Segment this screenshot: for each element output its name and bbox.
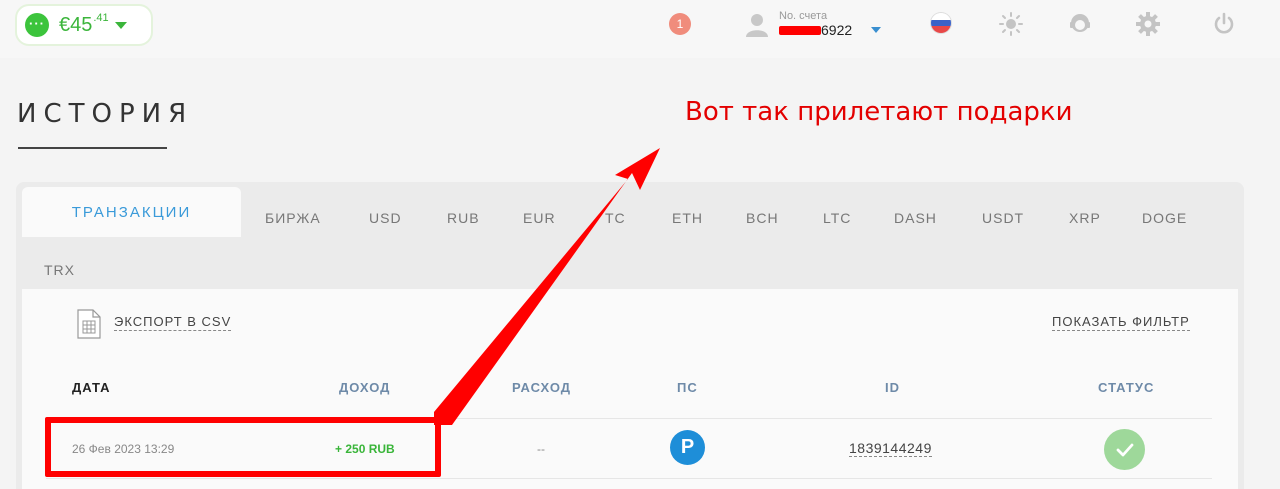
title-underline — [18, 147, 167, 149]
show-filter-link[interactable]: ПОКАЗАТЬ ФИЛЬТР — [1052, 314, 1190, 331]
tab-exchange[interactable]: БИРЖА — [265, 210, 321, 226]
tab-transactions[interactable]: ТРАНЗАКЦИИ — [22, 187, 241, 237]
annotation-highlight-box — [45, 417, 441, 477]
wallet-menu-icon[interactable]: ··· — [25, 13, 49, 37]
col-header-income[interactable]: ДОХОД — [339, 380, 390, 395]
support-agent-icon[interactable] — [1068, 12, 1092, 36]
tab-bch[interactable]: BCH — [746, 210, 779, 226]
tab-xrp[interactable]: XRP — [1069, 210, 1101, 226]
notification-badge[interactable]: 1 — [669, 13, 691, 35]
balance-cents: .41 — [93, 12, 109, 24]
tab-usd[interactable]: USD — [369, 210, 402, 226]
status-success-check-icon — [1104, 429, 1145, 470]
tab-eth[interactable]: ETH — [672, 210, 703, 226]
tab-doge[interactable]: DOGE — [1142, 210, 1187, 226]
tab-ltc[interactable]: LTC — [823, 210, 851, 226]
col-header-ps[interactable]: ПС — [677, 380, 698, 395]
balance-amount: €45 — [59, 13, 93, 36]
account-chevron-down-icon[interactable] — [871, 27, 881, 33]
theme-sun-icon[interactable] — [999, 12, 1023, 36]
col-header-date[interactable]: ДАТА — [72, 380, 111, 395]
tab-trx[interactable]: TRX — [44, 262, 75, 278]
tab-btc[interactable]: TC — [605, 210, 626, 226]
tab-usdt[interactable]: USDT — [982, 210, 1024, 226]
tab-eur[interactable]: EUR — [523, 210, 556, 226]
row-expense: -- — [537, 442, 545, 456]
page-title: ИСТОРИЯ — [17, 99, 194, 129]
redaction-mark — [779, 25, 821, 35]
language-russia-flag-icon[interactable] — [931, 13, 951, 33]
account-number[interactable]: 6922 — [779, 22, 852, 38]
tab-rub[interactable]: RUB — [447, 210, 480, 226]
row-transaction-id[interactable]: 1839144249 — [849, 440, 932, 457]
export-csv-link[interactable]: ЭКСПОРТ В CSV — [114, 314, 232, 331]
csv-file-icon[interactable] — [77, 309, 101, 339]
user-icon[interactable] — [744, 12, 770, 38]
payment-system-icon: P — [670, 430, 705, 465]
annotation-text: Вот так прилетают подарки — [685, 97, 1073, 127]
col-header-status[interactable]: СТАТУС — [1098, 380, 1154, 395]
power-icon[interactable] — [1212, 12, 1236, 36]
tab-dash[interactable]: DASH — [894, 210, 937, 226]
balance-widget[interactable]: ··· €45 .41 — [15, 4, 153, 46]
chevron-down-icon[interactable] — [114, 21, 127, 29]
gear-icon[interactable] — [1136, 12, 1160, 36]
row-divider — [46, 478, 1212, 479]
col-header-expense[interactable]: РАСХОД — [512, 380, 571, 395]
col-header-id[interactable]: ID — [885, 380, 900, 395]
account-label: No. счета — [779, 10, 828, 22]
